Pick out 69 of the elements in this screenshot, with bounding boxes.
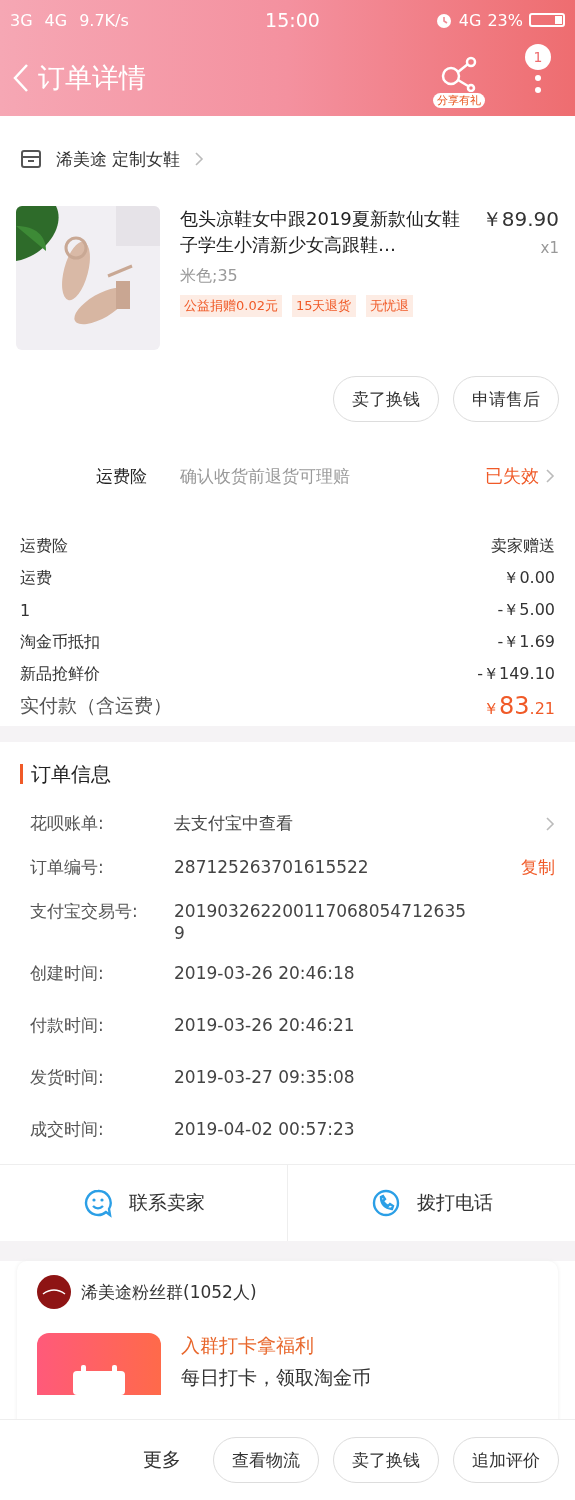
- promo-description: 每日打卡，领取淘金币: [181, 1365, 371, 1390]
- total-amount: ￥83.21: [483, 692, 555, 720]
- status-text: 4G: [44, 10, 68, 30]
- product-price: ￥89.90: [481, 206, 559, 233]
- info-label: 成交时间:: [30, 1118, 105, 1141]
- fee-value: -￥1.69: [497, 631, 555, 653]
- service-tag: 公益捐赠0.02元: [180, 295, 282, 317]
- chevron-icon: [545, 468, 555, 484]
- info-value: 2019-04-02 00:57:23: [174, 1118, 356, 1140]
- calendar-tile-icon: [37, 1333, 161, 1395]
- network-text: 4G: [458, 10, 482, 30]
- insurance-description: 确认收货前退货可理赔: [180, 465, 351, 488]
- fee-value: ￥0.00: [503, 567, 555, 589]
- copy-link[interactable]: 复制: [521, 850, 555, 879]
- battery-icon: [529, 13, 565, 27]
- info-label: 支付宝交易号:: [30, 900, 139, 923]
- info-value: 287125263701615522: [174, 856, 370, 878]
- more-icon[interactable]: [534, 74, 542, 96]
- info-value: 2019032622001170680547126359: [174, 900, 468, 944]
- action-button[interactable]: 追加评价: [453, 1437, 559, 1483]
- clock: 15:00: [264, 9, 321, 31]
- more-link[interactable]: 更多: [143, 1447, 181, 1473]
- status-text: 9.7K/s: [79, 10, 129, 30]
- section-title: 订单信息: [31, 760, 111, 788]
- fee-label: 运费: [20, 567, 52, 589]
- chevron-icon: [545, 816, 555, 832]
- phone-icon[interactable]: [370, 1188, 401, 1218]
- fee-label: 运费险: [20, 535, 68, 557]
- fee-label: 1: [20, 600, 31, 620]
- action-button[interactable]: 申请售后: [453, 376, 559, 422]
- back-icon[interactable]: [12, 63, 30, 93]
- action-button[interactable]: 卖了换钱: [333, 376, 439, 422]
- info-value[interactable]: 去支付宝中查看: [174, 806, 474, 834]
- chat-icon[interactable]: [82, 1188, 113, 1218]
- info-label: 发货时间:: [30, 1066, 105, 1089]
- fee-value: 卖家赠送: [491, 535, 555, 557]
- info-label: 付款时间:: [30, 1014, 105, 1037]
- info-label: 订单编号:: [30, 856, 105, 879]
- info-label: 花呗账单:: [30, 812, 105, 835]
- chevron-icon: [194, 151, 205, 167]
- info-label: 创建时间:: [30, 962, 105, 985]
- share-label: 分享有礼: [433, 93, 485, 108]
- fee-label: 新品抢鲜价: [20, 663, 100, 685]
- service-tag: 无忧退: [365, 295, 413, 317]
- alarm-icon: [434, 11, 453, 29]
- action-button[interactable]: 卖了换钱: [333, 1437, 439, 1483]
- product-spec: 米色;35: [180, 266, 239, 287]
- fee-value: -￥5.00: [497, 599, 555, 621]
- action-button[interactable]: 查看物流: [213, 1437, 319, 1483]
- insurance-label: 运费险: [96, 464, 148, 488]
- group-name[interactable]: 浠美途粉丝群(1052人): [81, 1280, 257, 1304]
- info-value: 2019-03-26 20:46:21: [174, 1014, 356, 1036]
- store-name[interactable]: 浠美途 定制女鞋: [56, 147, 181, 171]
- contact-label[interactable]: 拨打电话: [416, 1190, 493, 1216]
- product-quantity: x1: [540, 239, 559, 257]
- info-value: 2019-03-27 09:35:08: [174, 1066, 356, 1088]
- product-title[interactable]: 包头凉鞋女中跟2019夏新款仙女鞋子学生小清新少女高跟鞋…: [180, 206, 460, 258]
- fee-label: 淘金币抵扣: [20, 631, 100, 653]
- service-tag: 15天退货: [291, 295, 356, 317]
- store-icon: [20, 149, 42, 169]
- status-text: 3G: [10, 10, 33, 30]
- info-value: 2019-03-26 20:46:18: [174, 962, 356, 984]
- group-avatar-icon: [37, 1275, 71, 1309]
- contact-label[interactable]: 联系卖家: [128, 1190, 205, 1216]
- fee-value: -￥149.10: [477, 663, 555, 685]
- notification-badge: 1: [525, 44, 551, 70]
- battery-percent: 23%: [487, 10, 523, 30]
- page-title: 订单详情: [38, 61, 147, 95]
- total-label: 实付款（含运费）: [20, 693, 172, 718]
